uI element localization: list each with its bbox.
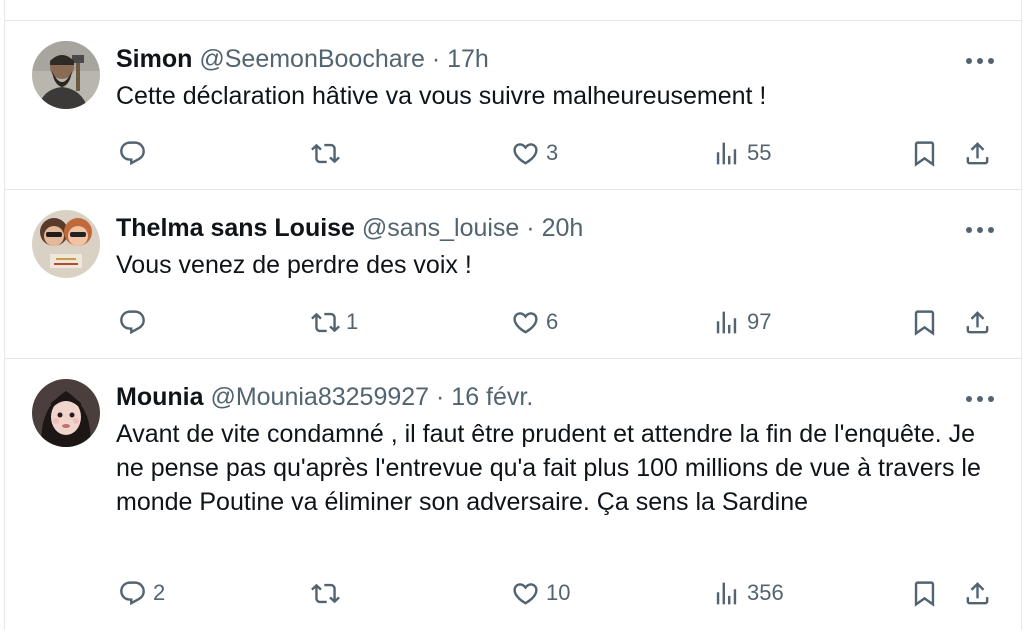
- reply-icon: [118, 139, 147, 168]
- display-name[interactable]: Thelma sans Louise: [116, 214, 355, 242]
- avatar[interactable]: [32, 41, 100, 109]
- retweet-button[interactable]: [311, 133, 346, 173]
- share-button[interactable]: [963, 302, 992, 342]
- action-bar: 2 10 356: [5, 573, 1021, 613]
- bookmark-button[interactable]: [910, 133, 939, 173]
- like-icon: [511, 308, 540, 337]
- reply-icon: [118, 579, 147, 608]
- reply-button[interactable]: [118, 133, 153, 173]
- views-button[interactable]: 356: [712, 573, 784, 613]
- tweet-text: Avant de vite condamné , il faut être pr…: [116, 420, 981, 516]
- timestamp[interactable]: 16 févr.: [451, 383, 533, 411]
- action-bar: 1 6 97: [5, 302, 1021, 342]
- like-icon: [511, 139, 540, 168]
- retweet-icon: [311, 579, 340, 608]
- retweet-button[interactable]: 1: [311, 302, 358, 342]
- share-icon: [963, 308, 992, 337]
- like-button[interactable]: 3: [511, 133, 558, 173]
- display-name[interactable]: Mounia: [116, 383, 204, 411]
- like-button[interactable]: 6: [511, 302, 558, 342]
- views-count: 356: [747, 580, 784, 605]
- bookmark-button[interactable]: [910, 302, 939, 342]
- timestamp[interactable]: 17h: [447, 45, 489, 73]
- share-icon: [963, 139, 992, 168]
- display-name[interactable]: Simon: [116, 45, 192, 73]
- more-icon[interactable]: [965, 395, 995, 403]
- bookmark-icon: [910, 308, 939, 337]
- like-count: 3: [546, 140, 559, 165]
- like-count: 6: [546, 309, 559, 334]
- views-icon: [712, 139, 741, 168]
- bookmark-icon: [910, 139, 939, 168]
- views-count: 97: [747, 309, 772, 334]
- tweet-header: Thelma sans Louise @sans_louise · 20h: [116, 212, 583, 244]
- retweet-icon: [311, 308, 340, 337]
- separator-dot: ·: [526, 214, 535, 242]
- action-bar: 3 55: [5, 133, 1021, 173]
- tweet-mounia[interactable]: Mounia @Mounia83259927 · 16 févr. Avant …: [5, 358, 1021, 631]
- share-icon: [963, 579, 992, 608]
- tweet-text: Cette déclaration hâtive va vous suivre …: [116, 82, 767, 110]
- bookmark-button[interactable]: [910, 573, 939, 613]
- tweet-header: Simon @SeemonBoochare · 17h: [116, 43, 489, 75]
- views-button[interactable]: 97: [712, 302, 771, 342]
- like-count: 10: [546, 580, 571, 605]
- share-button[interactable]: [963, 133, 992, 173]
- reply-button[interactable]: [118, 302, 153, 342]
- tweet-thelma[interactable]: Thelma sans Louise @sans_louise · 20h Vo…: [5, 189, 1021, 358]
- avatar[interactable]: [32, 379, 100, 447]
- separator-dot: ·: [431, 45, 441, 73]
- tweet-simon[interactable]: Simon @SeemonBoochare · 17h Cette déclar…: [5, 20, 1021, 189]
- views-button[interactable]: 55: [712, 133, 771, 173]
- timestamp[interactable]: 20h: [542, 214, 584, 242]
- reply-icon: [118, 308, 147, 337]
- like-button[interactable]: 10: [511, 573, 570, 613]
- avatar[interactable]: [32, 210, 100, 278]
- user-handle[interactable]: @SeemonBoochare: [199, 45, 425, 73]
- user-handle[interactable]: @Mounia83259927: [210, 383, 429, 411]
- separator-dot: ·: [436, 383, 445, 411]
- reply-button[interactable]: 2: [118, 573, 165, 613]
- bookmark-icon: [910, 579, 939, 608]
- tweet-header: Mounia @Mounia83259927 · 16 févr.: [116, 381, 533, 413]
- more-icon[interactable]: [965, 57, 995, 65]
- more-icon[interactable]: [965, 226, 995, 234]
- views-icon: [712, 579, 741, 608]
- like-icon: [511, 579, 540, 608]
- reply-count: 2: [153, 580, 166, 605]
- views-icon: [712, 308, 741, 337]
- share-button[interactable]: [963, 573, 992, 613]
- retweet-button[interactable]: [311, 573, 346, 613]
- tweet-text: Vous venez de perdre des voix !: [116, 251, 472, 279]
- retweet-icon: [311, 139, 340, 168]
- user-handle[interactable]: @sans_louise: [362, 214, 519, 242]
- retweet-count: 1: [346, 309, 359, 334]
- reply-feed: Simon @SeemonBoochare · 17h Cette déclar…: [4, 0, 1022, 630]
- views-count: 55: [747, 140, 772, 165]
